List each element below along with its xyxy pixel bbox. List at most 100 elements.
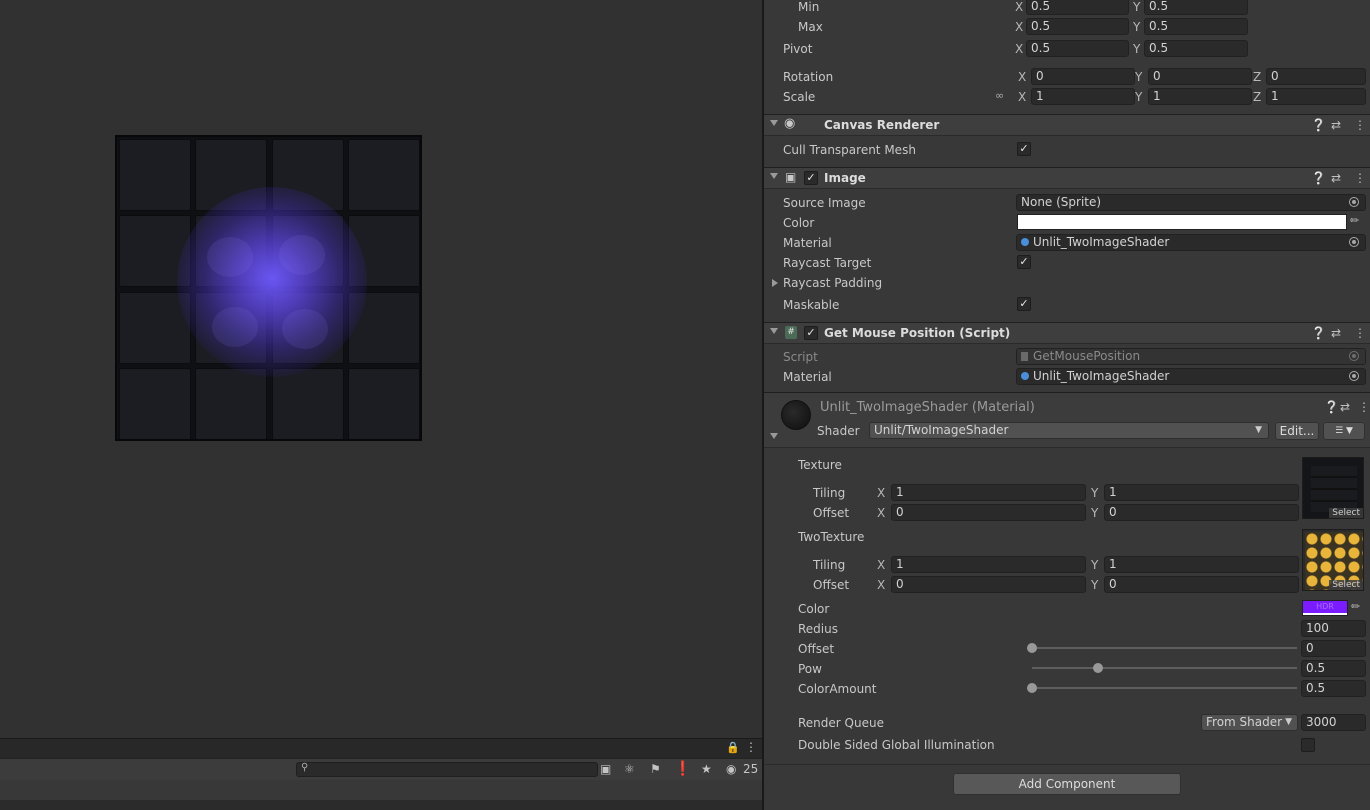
redius-label: Redius [798,622,838,636]
texture-select-button[interactable]: Select [1329,508,1363,518]
render-queue-mode-dropdown[interactable]: From Shader ▼ [1201,714,1298,731]
pivot-y-field[interactable]: 0.5 [1144,40,1248,57]
object-picker-icon[interactable] [1349,237,1359,247]
offset-label: Offset [798,642,835,656]
tag-icon[interactable]: ⚑ [650,761,661,778]
collapse-icon[interactable]: ▣ [600,761,611,778]
min-x-field[interactable]: 0.5 [1026,0,1129,15]
hdr-color-swatch[interactable]: HDR [1302,600,1348,616]
offset-slider-knob[interactable] [1027,643,1037,653]
color-swatch[interactable] [1017,214,1347,230]
pow-slider-track[interactable] [1032,667,1297,669]
component-menu-icon[interactable]: ⋮ [1354,118,1366,132]
help-icon[interactable]: ❔ [1324,400,1339,414]
hidden-eye-icon[interactable]: ◉ [726,761,736,778]
game-view[interactable] [0,0,762,738]
color-amount-slider-knob[interactable] [1027,683,1037,693]
two-texture-thumbnail[interactable]: Select [1302,529,1364,591]
object-picker-icon [1349,351,1359,361]
scale-y-field[interactable]: 1 [1148,88,1252,105]
get-mouse-position-header[interactable]: # ✓ Get Mouse Position (Script) ❔ ⇄ ⋮ [764,322,1370,344]
presets-icon[interactable]: ⇄ [1331,171,1341,185]
help-icon[interactable]: ❔ [1311,171,1326,185]
max-y-field[interactable]: 0.5 [1144,18,1248,35]
two-texture-offset-x-field[interactable]: 0 [891,576,1086,593]
render-queue-field[interactable]: 3000 [1301,714,1366,731]
two-texture-tiling-y-field[interactable]: 1 [1104,556,1299,573]
material-field[interactable]: Unlit_TwoImageShader [1016,234,1366,251]
script-enabled-checkbox[interactable]: ✓ [804,326,818,340]
shader-options-button[interactable]: ☰ ▼ [1323,422,1365,440]
offset-field[interactable]: 0 [1301,640,1366,657]
eyedropper-icon[interactable]: ✏ [1350,214,1359,227]
object-picker-icon[interactable] [1349,371,1359,381]
presets-icon[interactable]: ⇄ [1331,326,1341,340]
scale-x-field[interactable]: 1 [1031,88,1135,105]
component-menu-icon[interactable]: ⋮ [1358,400,1370,414]
presets-icon[interactable]: ⇄ [1340,400,1350,414]
rotation-label: Rotation [783,70,834,84]
texture-offset-x-field[interactable]: 0 [891,504,1086,521]
presets-icon[interactable]: ⇄ [1331,118,1341,132]
raycast-padding-foldout-icon[interactable] [772,279,778,287]
texture-tiling-x-field[interactable]: 1 [891,484,1086,501]
color-amount-field[interactable]: 0.5 [1301,680,1366,697]
add-component-button[interactable]: Add Component [953,773,1181,795]
foldout-arrow-icon[interactable] [770,120,778,126]
object-picker-icon[interactable] [1349,197,1359,207]
rotation-x-field[interactable]: 0 [1031,68,1135,85]
texture-thumbnail[interactable]: Select [1302,457,1364,519]
color-amount-slider-track[interactable] [1032,687,1297,689]
cull-transparent-mesh-checkbox[interactable]: ✓ [1017,142,1031,156]
eyedropper-icon[interactable]: ✏ [1351,600,1360,613]
mouse-glow [177,187,367,377]
material-label: Material [783,236,832,250]
min-y-field[interactable]: 0.5 [1144,0,1248,15]
two-texture-offset-y-field[interactable]: 0 [1104,576,1299,593]
constrain-proportions-icon[interactable]: ∞ [995,89,1004,102]
more-options-icon[interactable]: ⋮ [745,740,757,754]
edit-shader-button[interactable]: Edit... [1275,422,1319,440]
script-file-icon [1021,352,1028,361]
filter-icon[interactable]: ⚛ [624,761,635,778]
pow-field[interactable]: 0.5 [1301,660,1366,677]
two-texture-tiling-label: Tiling [813,558,846,572]
lock-icon[interactable]: 🔒 [726,741,740,754]
source-image-field[interactable]: None (Sprite) [1016,194,1366,211]
texture-tiling-y-field[interactable]: 1 [1104,484,1299,501]
rotation-z-field[interactable]: 0 [1266,68,1366,85]
foldout-arrow-icon[interactable] [770,328,778,334]
foldout-arrow-icon[interactable] [770,173,778,179]
rotation-y-field[interactable]: 0 [1148,68,1252,85]
star-icon[interactable]: ★ [701,761,712,778]
scale-z-field[interactable]: 1 [1266,88,1366,105]
help-icon[interactable]: ❔ [1311,326,1326,340]
double-sided-gi-checkbox[interactable] [1301,738,1315,752]
two-texture-tiling-x-field[interactable]: 1 [891,556,1086,573]
two-texture-select-button[interactable]: Select [1329,580,1363,590]
help-icon[interactable]: ❔ [1311,118,1326,132]
maskable-checkbox[interactable]: ✓ [1017,297,1031,311]
pow-slider-knob[interactable] [1093,663,1104,673]
error-icon[interactable]: ❗ [674,761,691,778]
texture-offset-y-field[interactable]: 0 [1104,504,1299,521]
redius-field[interactable]: 100 [1301,620,1366,637]
pivot-x-field[interactable]: 0.5 [1026,40,1129,57]
console-footer [0,800,762,810]
offset-slider-track[interactable] [1032,647,1297,649]
image-header[interactable]: ▣ ✓ Image ❔ ⇄ ⋮ [764,167,1370,189]
script-material-field[interactable]: Unlit_TwoImageShader [1016,368,1366,385]
material-header: Unlit_TwoImageShader (Material) ❔ ⇄ ⋮ Sh… [764,392,1370,448]
raycast-padding-label[interactable]: Raycast Padding [783,276,882,290]
image-enabled-checkbox[interactable]: ✓ [804,171,818,185]
console-search-input[interactable]: ⚲ [296,762,598,777]
raycast-target-checkbox[interactable]: ✓ [1017,255,1031,269]
canvas-renderer-header[interactable]: ◉ Canvas Renderer ❔ ⇄ ⋮ [764,114,1370,136]
search-icon: ⚲ [301,762,309,773]
component-menu-icon[interactable]: ⋮ [1354,171,1366,185]
image-component-icon: ▣ [785,170,797,184]
max-x-field[interactable]: 0.5 [1026,18,1129,35]
component-menu-icon[interactable]: ⋮ [1354,326,1366,340]
foldout-arrow-icon[interactable] [770,433,778,439]
shader-dropdown[interactable]: Unlit/TwoImageShader ▼ [869,422,1269,439]
